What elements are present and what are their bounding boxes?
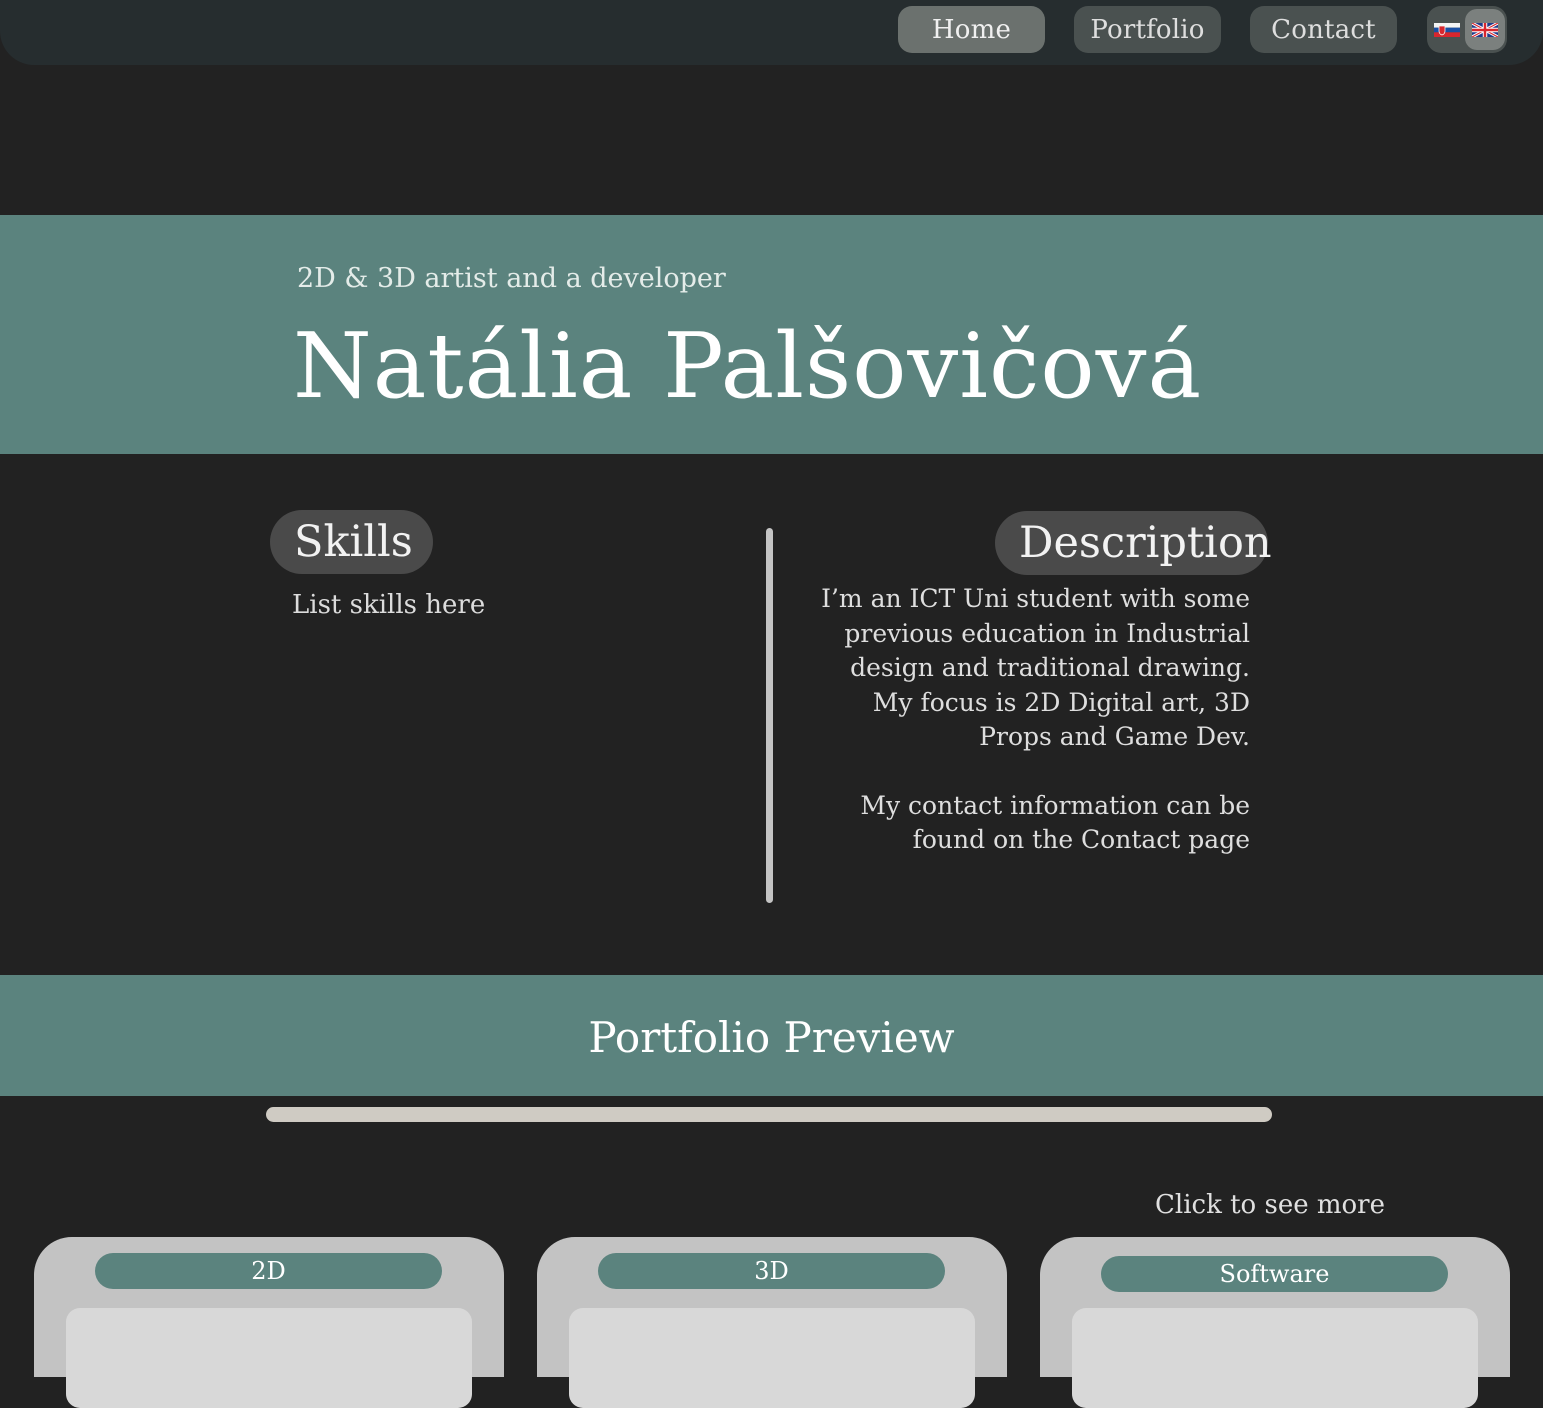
nav-contact-button[interactable]: Contact <box>1250 6 1397 53</box>
hero-banner: 2D & 3D artist and a developer Natália P… <box>0 215 1543 454</box>
slovak-flag-icon[interactable] <box>1427 9 1467 50</box>
uk-flag-icon[interactable] <box>1465 9 1505 50</box>
portfolio-preview-title: Portfolio Preview <box>588 1013 955 1062</box>
language-switch <box>1427 6 1507 53</box>
section-divider <box>766 528 773 903</box>
portfolio-card-3d[interactable]: 3D <box>537 1237 1007 1408</box>
description-text: I’m an ICT Uni student with some previou… <box>810 582 1250 858</box>
portfolio-preview-underline <box>266 1107 1272 1122</box>
nav-home-button[interactable]: Home <box>898 6 1045 53</box>
card-label-3d: 3D <box>598 1253 945 1289</box>
card-label-software: Software <box>1101 1256 1448 1292</box>
hero-subtitle: 2D & 3D artist and a developer <box>297 263 726 294</box>
description-heading: Description <box>995 511 1272 575</box>
nav-portfolio-button[interactable]: Portfolio <box>1074 6 1221 53</box>
card-preview-area <box>66 1308 472 1408</box>
description-contact-paragraph: My contact information can be found on t… <box>860 790 1250 855</box>
card-label-2d: 2D <box>95 1253 442 1289</box>
skills-heading: Skills <box>270 510 433 574</box>
top-navbar: Home Portfolio Contact <box>0 0 1543 65</box>
click-to-see-more-hint: Click to see more <box>1155 1190 1385 1220</box>
portfolio-card-2d[interactable]: 2D <box>34 1237 504 1408</box>
portfolio-card-software[interactable]: Software <box>1040 1237 1510 1408</box>
description-paragraph: I’m an ICT Uni student with some previou… <box>821 584 1250 751</box>
card-preview-area <box>1072 1308 1478 1408</box>
portfolio-preview-banner: Portfolio Preview <box>0 975 1543 1096</box>
skills-list-text: List skills here <box>292 590 486 620</box>
hero-name: Natália Palšovičová <box>293 314 1203 419</box>
card-preview-area <box>569 1308 975 1408</box>
